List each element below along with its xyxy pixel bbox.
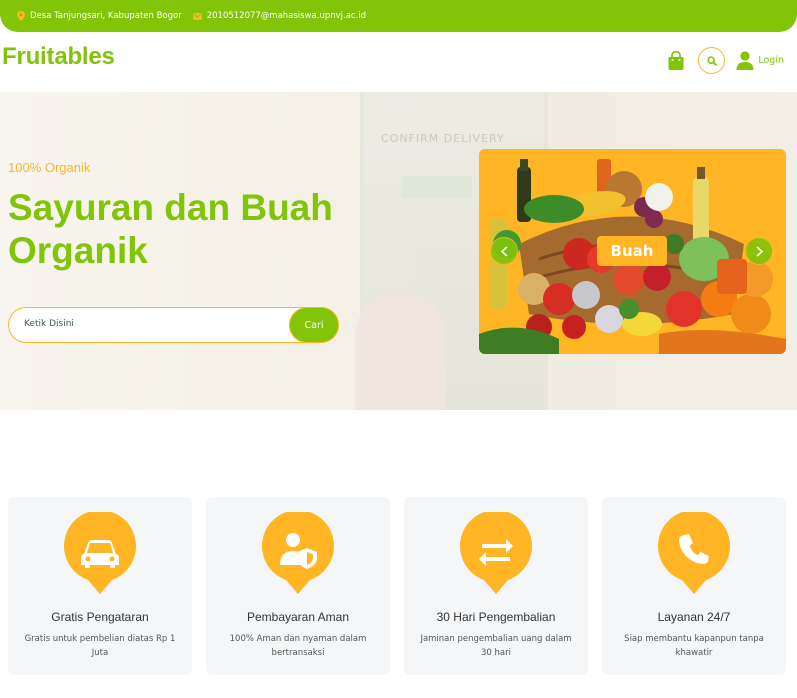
feature-card: Layanan 24/7 Siap membantu kapanpun tanp…	[602, 497, 786, 675]
carousel-slide-label: Buah	[597, 236, 667, 266]
hero-headline: Sayuran dan Buah Organik	[8, 187, 333, 271]
feature-title: 30 Hari Pengembalian	[436, 610, 556, 624]
feature-desc: Jaminan pengembalian uang dalam 30 hari	[420, 634, 572, 658]
login-link[interactable]: Login	[736, 51, 784, 70]
feature-card: 30 Hari Pengembalian Jaminan pengembalia…	[404, 497, 588, 675]
brand-logo[interactable]: Fruitables	[2, 43, 115, 71]
feature-desc: Siap membantu kapanpun tanpa khawatir	[624, 634, 764, 658]
exchange-icon	[460, 512, 532, 594]
search-icon	[707, 55, 717, 66]
hero-section: CONFIRM DELIVERY 100% Organik Sayuran da…	[0, 92, 797, 410]
email-link[interactable]: 2010512077@mahasiswa.upnvj.ac.id	[207, 11, 366, 21]
hero-search-input[interactable]: Ketik Disini	[24, 319, 74, 329]
envelope-icon	[192, 12, 202, 20]
chevron-right-icon	[755, 245, 763, 257]
shopping-bag-icon[interactable]	[666, 50, 686, 71]
hero-background-text: CONFIRM DELIVERY	[381, 132, 505, 145]
feature-desc: 100% Aman dan nyaman dalam bertransaksi	[229, 634, 367, 658]
search-button[interactable]	[698, 47, 726, 74]
login-label: Login	[758, 55, 784, 66]
navbar: Fruitables Login	[0, 32, 797, 92]
feature-title: Layanan 24/7	[657, 610, 731, 624]
address-text: Desa Tanjungsari, Kabupaten Bogor	[30, 11, 182, 21]
hero-background-hand	[355, 292, 445, 410]
feature-title: Pembayaran Aman	[246, 610, 350, 624]
hero-search-button[interactable]: Cari	[289, 307, 339, 343]
hero-subtitle: 100% Organik	[8, 160, 91, 175]
user-icon	[736, 51, 754, 70]
feature-card: Pembayaran Aman 100% Aman dan nyaman dal…	[206, 497, 390, 675]
hero-carousel: Buah	[479, 149, 786, 354]
features-section: Gratis Pengataran Gratis untuk pembelian…	[8, 497, 790, 675]
feature-desc: Gratis untuk pembelian diatas Rp 1 Juta	[24, 634, 176, 658]
chevron-left-icon	[500, 245, 508, 257]
hero-search-form: Ketik Disini Cari	[8, 307, 339, 343]
top-info-bar: Desa Tanjungsari, Kabupaten Bogor 201051…	[0, 0, 797, 32]
navbar-actions: Login	[666, 47, 784, 74]
carousel-prev-button[interactable]	[490, 237, 518, 265]
feature-card: Gratis Pengataran Gratis untuk pembelian…	[8, 497, 192, 675]
phone-icon	[658, 512, 730, 594]
carousel-next-button[interactable]	[745, 237, 773, 265]
car-icon	[64, 512, 136, 594]
email-info: 2010512077@mahasiswa.upnvj.ac.id	[192, 11, 366, 21]
map-marker-icon	[17, 11, 25, 21]
feature-title: Gratis Pengataran	[51, 610, 149, 624]
hero-background-shape	[402, 176, 472, 198]
address-info: Desa Tanjungsari, Kabupaten Bogor	[17, 11, 182, 21]
user-shield-icon	[262, 512, 334, 594]
